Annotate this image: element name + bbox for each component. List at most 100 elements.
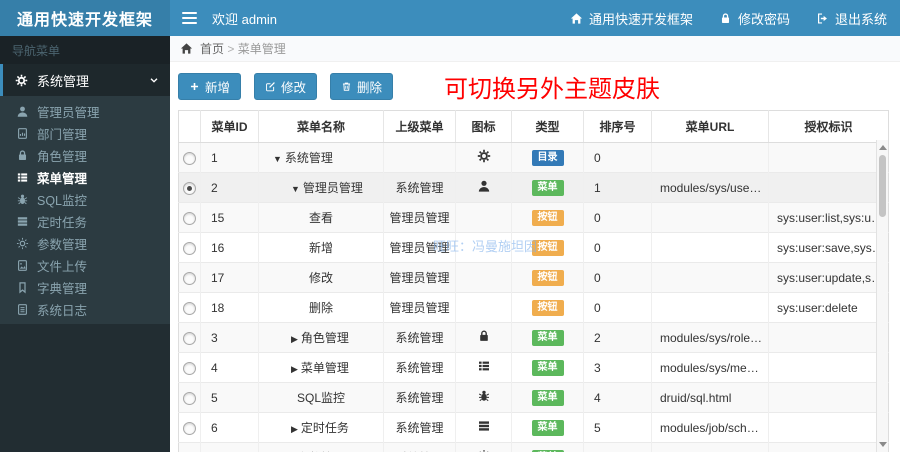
sidebar-item-0[interactable]: 管理员管理 xyxy=(0,100,170,122)
column-header-7[interactable]: 授权标识 xyxy=(768,110,889,143)
sidebar-item-label: 管理员管理 xyxy=(37,105,100,120)
trash-icon xyxy=(341,81,352,92)
tree-collapse-icon[interactable]: ▼ xyxy=(291,184,300,194)
nav-logout[interactable]: 退出系统 xyxy=(803,0,900,36)
cell-menu-name: 修改 xyxy=(308,271,333,285)
app-logo[interactable]: 通用快速开发框架 xyxy=(0,0,170,36)
sidebar-toggle-icon[interactable] xyxy=(170,0,208,36)
sidebar-item-6[interactable]: 参数管理 xyxy=(0,232,170,254)
row-radio[interactable] xyxy=(183,301,196,315)
cell-sort-number: 0 xyxy=(583,262,652,293)
table-row[interactable]: 16 新增 管理员管理 按钮 0 sys:user:save,sys:... xyxy=(178,232,889,263)
row-radio[interactable] xyxy=(183,181,196,195)
add-button[interactable]: 新增 xyxy=(178,72,242,100)
column-header-1[interactable]: 菜单名称 xyxy=(258,110,384,143)
table-row[interactable]: 4 ▶ 菜单管理 系统管理 菜单 3 modules/sys/menu.h... xyxy=(178,352,889,383)
type-badge: 按钮 xyxy=(531,210,564,226)
edit-button-label: 修改 xyxy=(281,80,307,95)
menu-lock-icon xyxy=(477,329,491,343)
row-radio[interactable] xyxy=(183,421,196,435)
sidebar-item-3[interactable]: 菜单管理 xyxy=(0,166,170,188)
sidebar-item-1[interactable]: 部门管理 xyxy=(0,122,170,144)
header-radio-column xyxy=(178,110,201,143)
tree-expand-icon[interactable]: ▶ xyxy=(291,334,298,344)
scroll-down-icon[interactable] xyxy=(879,442,887,447)
column-header-5[interactable]: 排序号 xyxy=(583,110,652,143)
table-row[interactable]: 5 SQL监控 系统管理 菜单 4 druid/sql.html xyxy=(178,382,889,413)
gear-icon xyxy=(15,74,28,87)
menu-thlist-icon xyxy=(477,359,491,373)
cell-menu-url: modules/sys/config... xyxy=(651,442,769,452)
cell-parent-menu: 管理员管理 xyxy=(383,232,456,263)
table-scrollbar[interactable] xyxy=(876,140,888,452)
row-radio[interactable] xyxy=(183,391,196,405)
table-row[interactable]: 18 删除 管理员管理 按钮 0 sys:user:delete xyxy=(178,292,889,323)
sidebar-item-9[interactable]: 系统日志 xyxy=(0,298,170,320)
user-icon xyxy=(16,105,29,118)
cell-menu-id: 15 xyxy=(200,202,259,233)
cell-parent-menu: 系统管理 xyxy=(383,352,456,383)
sidebar-item-4[interactable]: SQL监控 xyxy=(0,188,170,210)
delete-button[interactable]: 删除 xyxy=(330,72,394,100)
cell-icon xyxy=(455,442,512,452)
column-header-2[interactable]: 上级菜单 xyxy=(383,110,456,143)
cell-menu-url xyxy=(651,142,769,173)
cell-menu-id: 3 xyxy=(200,322,259,353)
menu-table: 菜单ID 菜单名称 上级菜单 图标 类型 排序号 菜单URL 授权标识 1 ▼ 系统管理 目录 0 2 ▼… xyxy=(178,110,889,452)
cell-parent-menu: 系统管理 xyxy=(383,322,456,353)
row-radio[interactable] xyxy=(183,151,196,165)
row-radio[interactable] xyxy=(183,271,196,285)
sidebar-item-system-management[interactable]: 系统管理 xyxy=(0,64,170,96)
signout-icon xyxy=(816,12,829,25)
breadcrumb-separator: > xyxy=(224,42,238,56)
type-badge: 菜单 xyxy=(531,360,564,376)
row-radio[interactable] xyxy=(183,241,196,255)
cell-sort-number: 3 xyxy=(583,352,652,383)
sidebar-header: 导航菜单 xyxy=(0,36,170,64)
table-row[interactable]: 3 ▶ 角色管理 系统管理 菜单 2 modules/sys/role.html xyxy=(178,322,889,353)
breadcrumb-item-1: 菜单管理 xyxy=(237,42,286,56)
sidebar-item-7[interactable]: 文件上传 xyxy=(0,254,170,276)
table-row[interactable]: 2 ▼ 管理员管理 系统管理 菜单 1 modules/sys/user.html xyxy=(178,172,889,203)
type-badge: 按钮 xyxy=(531,270,564,286)
navbar-links: 通用快速开发框架 修改密码 退出系统 xyxy=(557,0,900,36)
table-row[interactable]: 6 ▶ 定时任务 系统管理 菜单 5 modules/job/schedu... xyxy=(178,412,889,443)
table-row[interactable]: 15 查看 管理员管理 按钮 0 sys:user:list,sys:us... xyxy=(178,202,889,233)
tree-expand-icon[interactable]: ▶ xyxy=(291,364,298,374)
column-header-4[interactable]: 类型 xyxy=(511,110,584,143)
sidebar-item-label: 部门管理 xyxy=(37,127,88,142)
sidebar-item-label: SQL监控 xyxy=(37,193,88,208)
filechart-icon xyxy=(16,127,29,140)
tree-collapse-icon[interactable]: ▼ xyxy=(273,154,282,164)
edit-button[interactable]: 修改 xyxy=(254,72,318,100)
row-radio[interactable] xyxy=(183,331,196,345)
app-window: 通用快速开发框架 欢迎 admin 通用快速开发框架 修改密码 退出系统 导航菜单 … xyxy=(0,0,900,452)
cell-icon xyxy=(455,202,512,233)
table-row[interactable]: 27参数管理系统管理菜单6modules/sys/config...sys:co… xyxy=(178,442,889,452)
sidebar-item-8[interactable]: 字典管理 xyxy=(0,276,170,298)
menu-user-icon xyxy=(477,179,491,193)
table-row[interactable]: 1 ▼ 系统管理 目录 0 xyxy=(178,142,889,173)
breadcrumb-item-0[interactable]: 首页 xyxy=(200,42,224,56)
column-header-3[interactable]: 图标 xyxy=(455,110,512,143)
tree-expand-icon[interactable]: ▶ xyxy=(291,424,298,434)
scroll-up-icon[interactable] xyxy=(879,145,887,150)
sidebar-item-5[interactable]: 定时任务 xyxy=(0,210,170,232)
nav-change-password[interactable]: 修改密码 xyxy=(706,0,803,36)
nav-home[interactable]: 通用快速开发框架 xyxy=(557,0,706,36)
row-radio[interactable] xyxy=(183,361,196,375)
cell-menu-name: 管理员管理 xyxy=(302,181,363,195)
table-row[interactable]: 17 修改 管理员管理 按钮 0 sys:user:update,sy... xyxy=(178,262,889,293)
cell-parent-menu: 系统管理 xyxy=(383,442,456,452)
column-header-0[interactable]: 菜单ID xyxy=(200,110,259,143)
type-badge: 菜单 xyxy=(531,420,564,436)
main-area: 首页 > 菜单管理 新增 修改 删除 可切换另外主题皮肤 菜单ID 菜单名称 上… xyxy=(170,36,900,452)
cell-menu-id: 16 xyxy=(200,232,259,263)
cell-menu-name: 定时任务 xyxy=(300,421,349,435)
scrollbar-thumb[interactable] xyxy=(879,155,886,217)
column-header-6[interactable]: 菜单URL xyxy=(651,110,769,143)
cell-menu-url: modules/sys/role.html xyxy=(651,322,769,353)
menu-table-body: 1 ▼ 系统管理 目录 0 2 ▼ 管理员管理 系统管理 菜单 1 modules/sys/user.… xyxy=(178,142,889,452)
row-radio[interactable] xyxy=(183,211,196,225)
sidebar-item-2[interactable]: 角色管理 xyxy=(0,144,170,166)
